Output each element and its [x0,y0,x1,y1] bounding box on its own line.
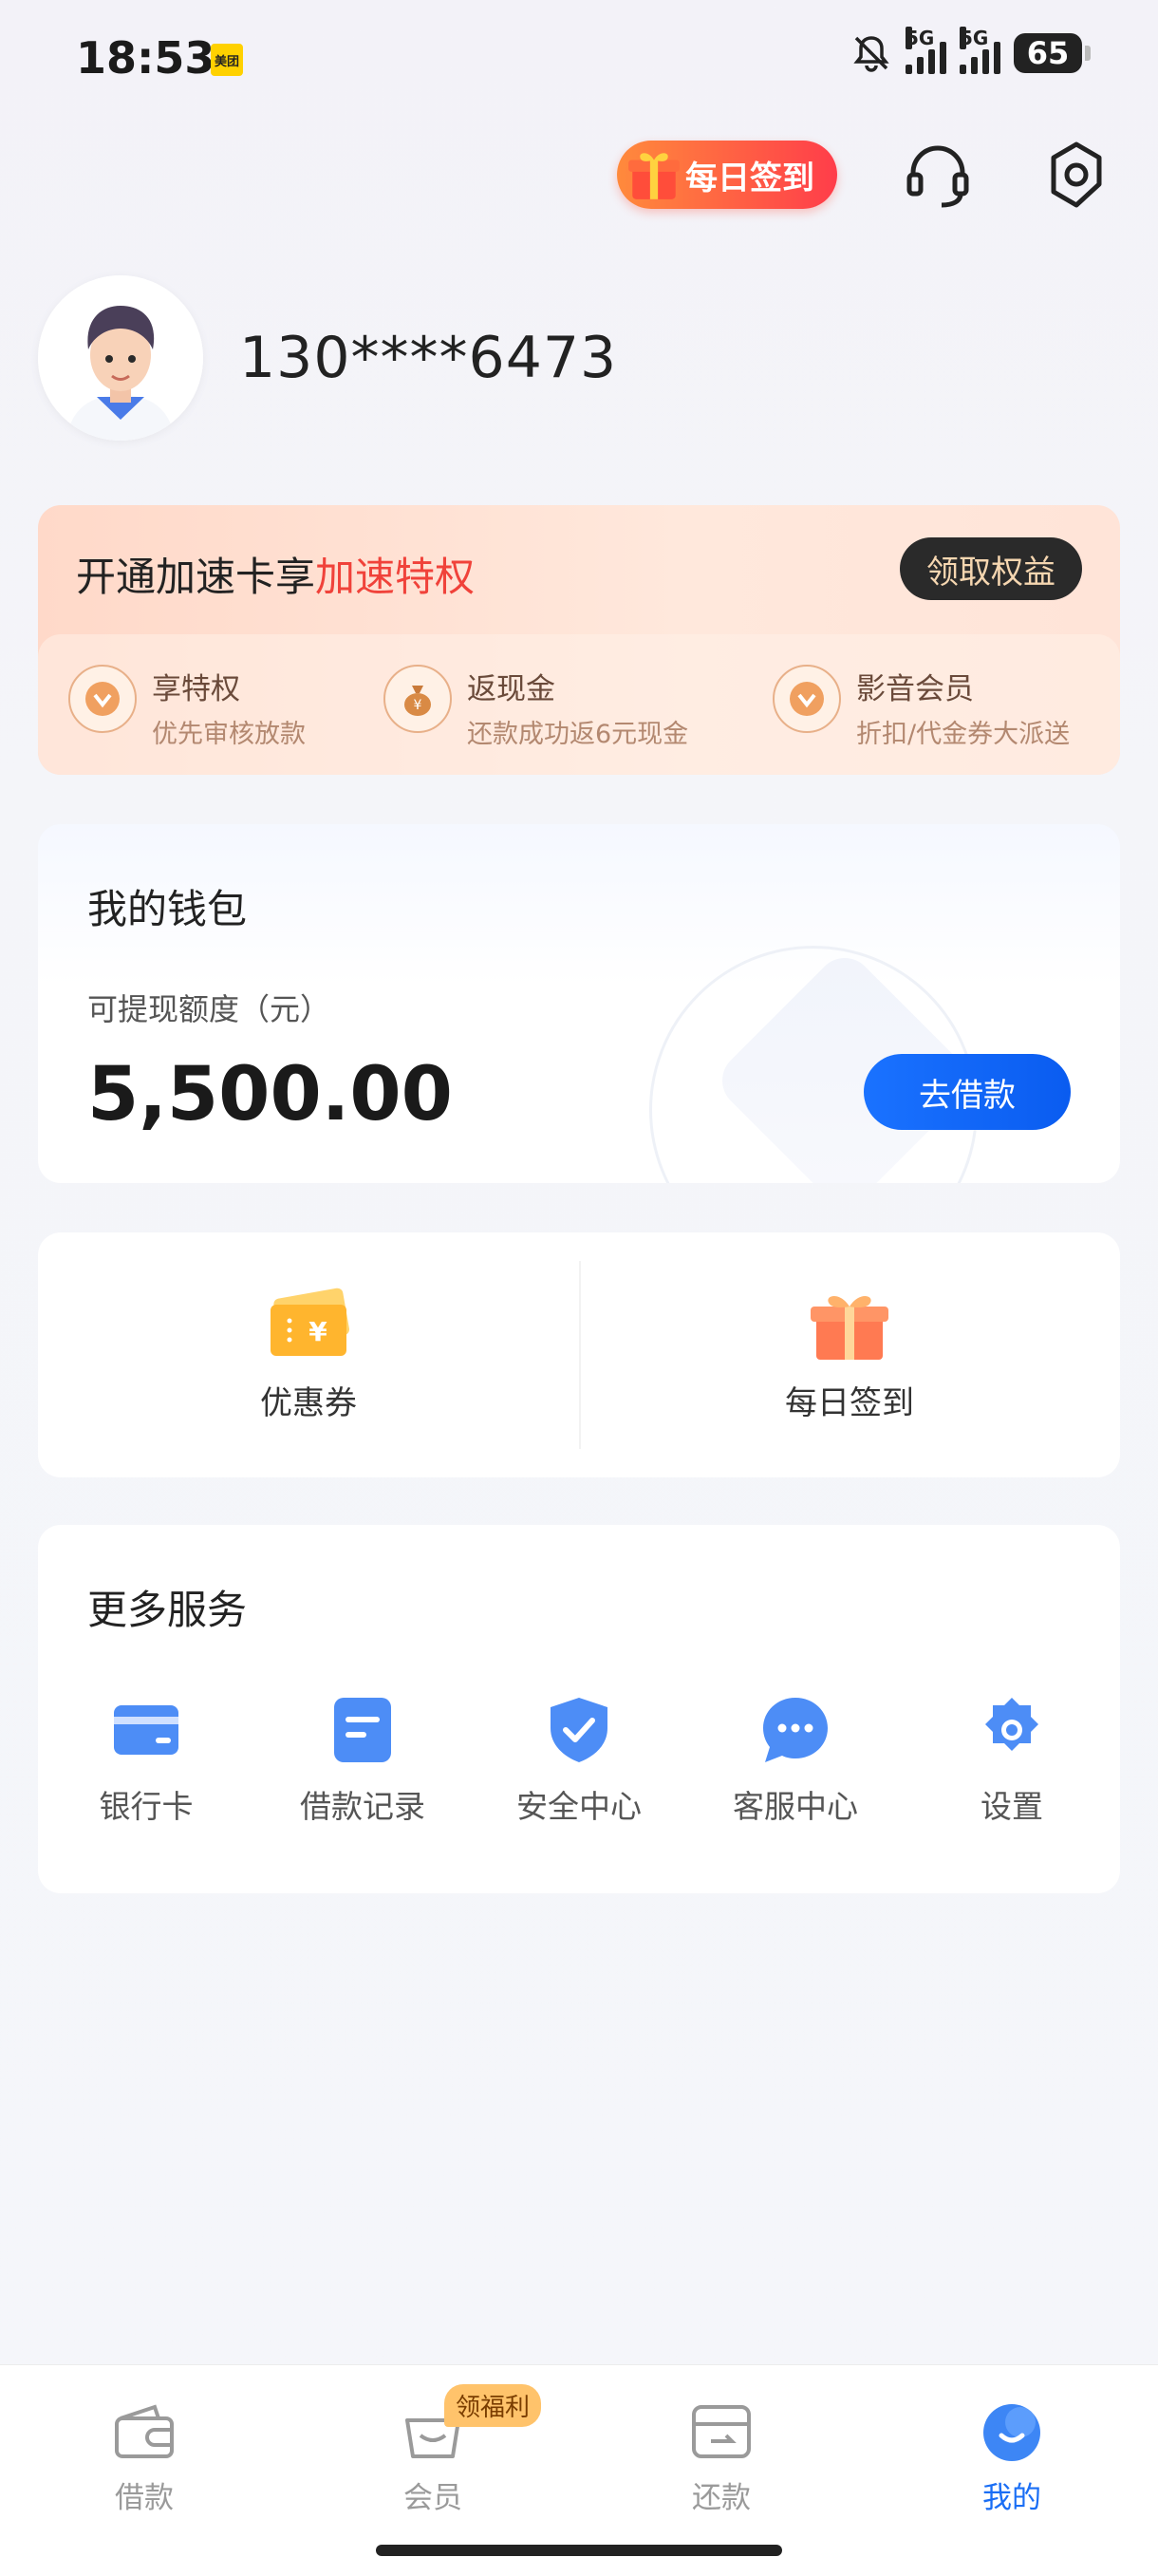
record-icon [334,1698,391,1762]
gift-icon [628,153,680,199]
wallet-card: 我的钱包 可提现额度（元） 5,500.00 去借款 [38,824,1120,1183]
signal-icon: 5G [906,27,946,74]
status-time: 18:53 [76,32,215,84]
services-row: 银行卡 借款记录 安全中心 客服中心 设置 [38,1694,1120,1827]
service-loan-records[interactable]: 借款记录 [268,1694,458,1827]
svg-text:¥: ¥ [308,1316,327,1347]
more-services-card: 更多服务 银行卡 借款记录 安全中心 客服中心 设置 [38,1525,1120,1893]
wallet-icon [115,2404,174,2458]
daily-checkin-entry-label: 每日签到 [785,1383,914,1422]
claim-benefits-button[interactable]: 领取权益 [900,537,1082,600]
more-services-title: 更多服务 [87,1587,248,1633]
chat-icon [763,1698,828,1762]
gift-icon [811,1295,888,1360]
nav-tab-repay[interactable]: 还款 [626,2397,816,2516]
perk-item: ¥ 返现金 还款成功返6元现金 [383,665,688,750]
wallet-title: 我的钱包 [87,886,248,932]
signal-icon: 5G [960,27,1000,74]
avatar[interactable] [38,275,203,441]
svg-text:¥: ¥ [414,698,422,713]
service-customer-service[interactable]: 客服中心 [700,1694,890,1827]
daily-checkin-entry[interactable]: 每日签到 [579,1232,1120,1477]
available-limit-amount: 5,500.00 [87,1052,453,1138]
battery-indicator: 65 [1014,33,1091,73]
coupon-entry[interactable]: ¥ 优惠券 [38,1232,579,1477]
profile-icon [983,2404,1040,2461]
meituan-app-icon: 美团 [211,44,243,76]
available-limit-label: 可提现额度（元） [87,991,331,1027]
home-indicator[interactable] [376,2545,782,2556]
borrow-button[interactable]: 去借款 [864,1054,1071,1130]
money-bag-icon: ¥ [383,665,452,733]
bank-card-icon [114,1705,178,1755]
settings-button[interactable] [1040,139,1112,211]
shield-icon [551,1698,607,1762]
perk-item: 享特权 优先审核放款 [68,665,306,750]
quick-actions-card: ¥ 优惠券 每日签到 [38,1232,1120,1477]
status-icons: 5G 5G 65 [850,27,1091,74]
accelerator-card[interactable]: 开通加速卡享加速特权 领取权益 享特权 优先审核放款 ¥ 返现金 还款成功返6元… [38,505,1120,775]
heart-badge-icon [68,665,137,733]
nav-tab-member[interactable]: 领福利 会员 [338,2384,542,2516]
customer-service-button[interactable] [902,139,974,211]
repay-icon [692,2405,751,2458]
nav-tab-borrow[interactable]: 借款 [49,2397,239,2516]
avatar-illustration [38,275,203,441]
mute-icon [853,36,889,72]
service-settings[interactable]: 设置 [917,1694,1107,1827]
gear-icon [985,1698,1038,1751]
daily-checkin-button[interactable]: 每日签到 [617,141,837,209]
phone-number: 130****6473 [239,325,618,391]
perk-item: 影音会员 折扣/代金券大派送 [773,665,1070,750]
heart-badge-icon [773,665,841,733]
headset-icon [906,145,969,208]
gear-icon [1051,141,1102,208]
welfare-badge: 领福利 [444,2384,542,2427]
accelerator-highlight: 加速特权 [315,554,476,600]
service-security-center[interactable]: 安全中心 [484,1694,674,1827]
nav-tab-mine[interactable]: 我的 [917,2397,1107,2516]
coupon-label: 优惠券 [260,1383,357,1422]
accelerator-title: 开通加速卡享加速特权 [76,554,476,600]
service-bank-card[interactable]: 银行卡 [51,1694,241,1827]
coupon-icon: ¥ [271,1288,349,1356]
daily-checkin-label: 每日签到 [685,159,814,197]
